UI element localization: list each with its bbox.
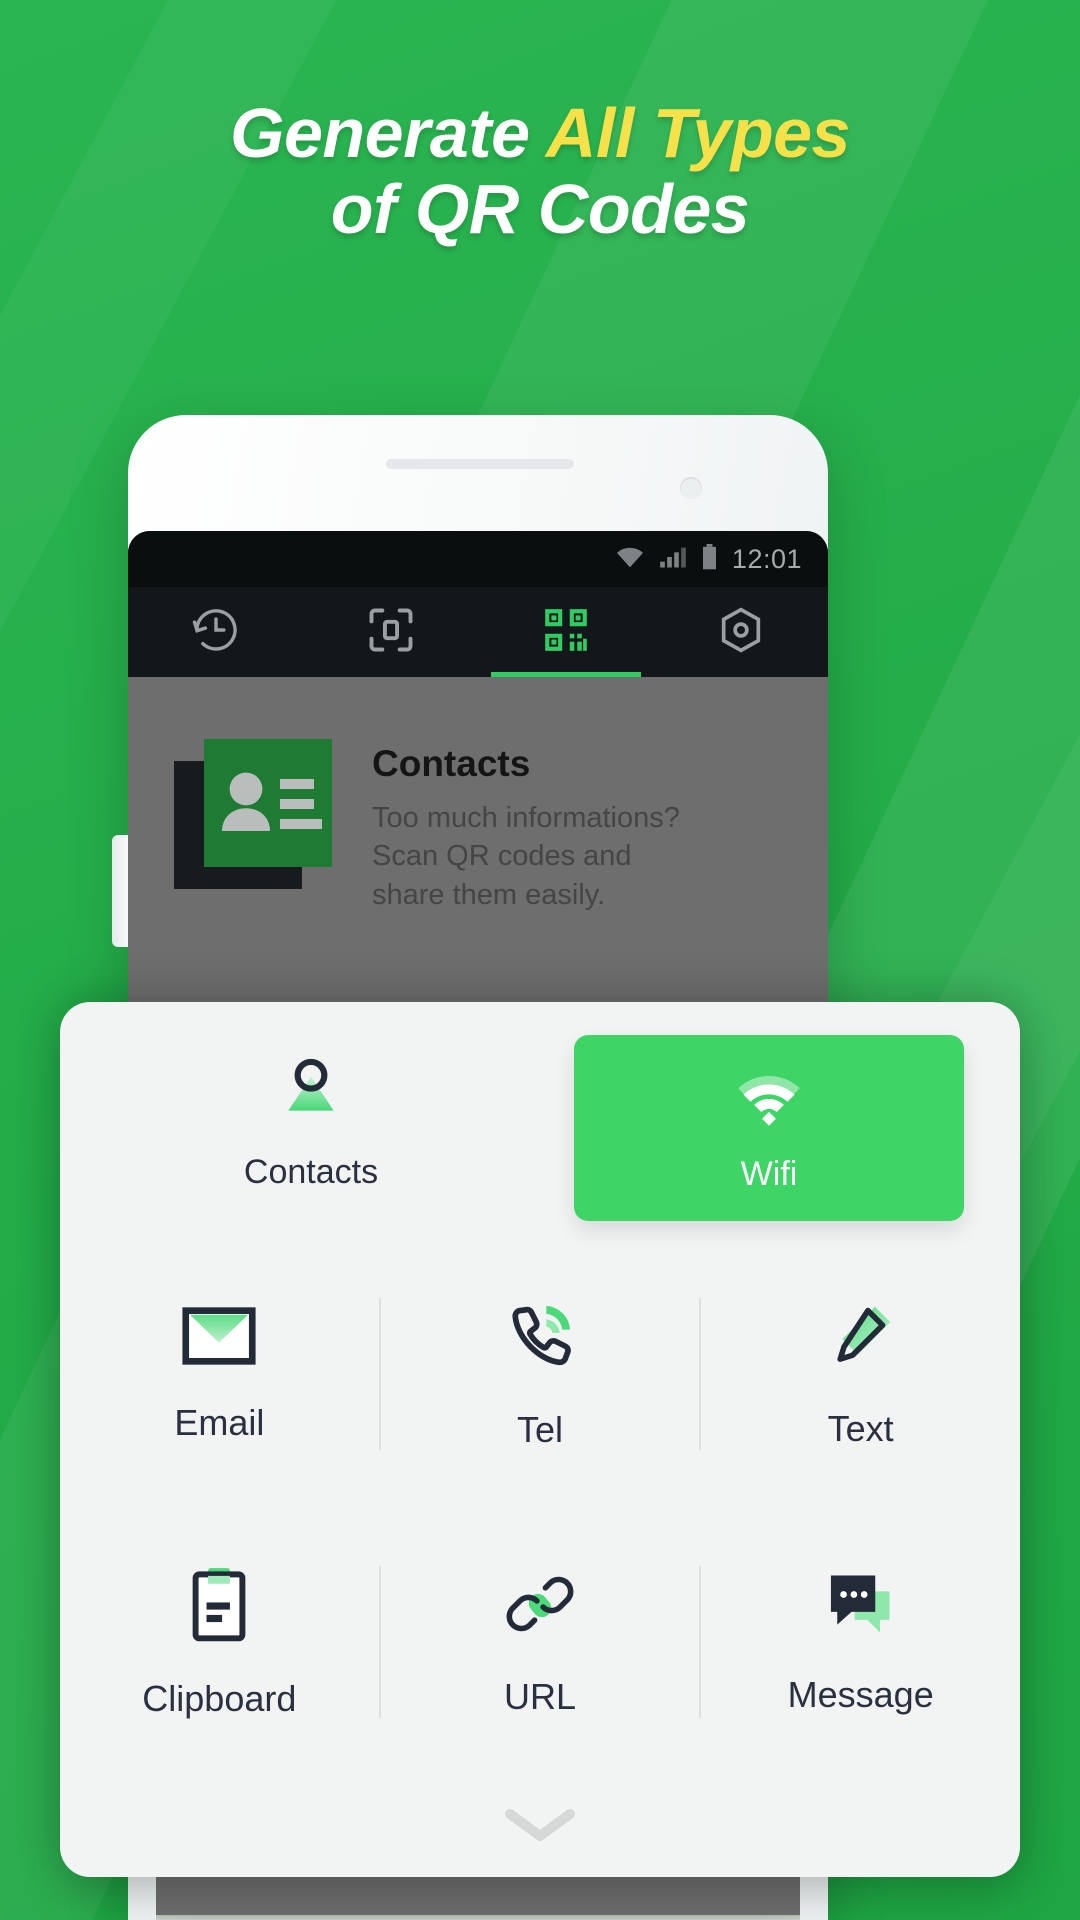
wifi-icon	[615, 545, 645, 574]
option-contacts-label: Contacts	[243, 1153, 379, 1191]
clipboard-icon	[184, 1565, 254, 1648]
qr-type-bottom-sheet: Contacts Wifi Email Tel Text Clipboard U…	[60, 1002, 1020, 1877]
history-clock-icon	[190, 604, 242, 661]
hexagon-gear-icon	[715, 604, 767, 661]
contact-card-icon	[174, 739, 332, 889]
status-bar: 12:01	[128, 531, 828, 587]
headline-line-1: Generate All Types	[0, 94, 1080, 172]
option-text[interactable]: Text	[701, 1240, 1020, 1508]
headline-text-accent: All Types	[545, 94, 851, 172]
headline-text-white: Generate	[230, 94, 546, 172]
option-email[interactable]: Email	[60, 1240, 379, 1508]
option-email-label: Email	[174, 1401, 265, 1443]
scan-frame-icon	[365, 604, 417, 661]
phone-bottom-bezel	[128, 1877, 828, 1920]
tab-settings[interactable]	[653, 587, 828, 677]
option-clipboard-label: Clipboard	[142, 1677, 297, 1719]
option-wifi-label: Wifi	[740, 1155, 798, 1193]
contacts-card-title: Contacts	[372, 743, 531, 784]
envelope-icon	[181, 1305, 257, 1372]
option-url-label: URL	[503, 1675, 577, 1717]
person-icon	[277, 1054, 345, 1127]
app-tab-bar	[128, 587, 828, 677]
option-contacts[interactable]: Contacts	[244, 1054, 378, 1202]
signal-icon	[659, 545, 687, 574]
phone-front-camera	[680, 477, 702, 499]
sheet-collapse-handle[interactable]	[60, 1804, 1020, 1849]
pencil-icon	[824, 1299, 898, 1378]
sheet-row-3: Clipboard URL Message	[60, 1508, 1020, 1776]
qr-code-icon	[541, 605, 591, 660]
link-icon	[503, 1567, 577, 1646]
tab-generate[interactable]	[478, 587, 653, 677]
tab-history[interactable]	[128, 587, 303, 677]
contacts-card-description: Too much informations? Scan QR codes and…	[372, 802, 680, 911]
phone-speaker-grille	[386, 459, 574, 469]
option-url[interactable]: URL	[381, 1508, 700, 1776]
page-title: Generate All Types of QR Codes	[0, 94, 1080, 248]
tab-scan[interactable]	[303, 587, 478, 677]
headline-line-2: of QR Codes	[330, 169, 750, 248]
option-tel-label: Tel	[516, 1408, 564, 1450]
chevron-down-icon	[502, 1804, 578, 1849]
option-message[interactable]: Message	[701, 1508, 1020, 1776]
sheet-top-row: Contacts Wifi	[60, 1002, 1020, 1240]
status-clock: 12:01	[731, 543, 802, 574]
battery-icon	[701, 543, 718, 575]
contacts-content-card[interactable]: Contacts Too much informations? Scan QR …	[128, 739, 828, 914]
option-text-label: Text	[827, 1407, 894, 1449]
phone-icon	[502, 1298, 578, 1379]
sheet-cell-contacts: Contacts	[82, 1016, 540, 1240]
option-clipboard[interactable]: Clipboard	[60, 1508, 379, 1776]
chat-bubble-icon	[823, 1569, 899, 1644]
option-tel[interactable]: Tel	[381, 1240, 700, 1508]
option-message-label: Message	[787, 1673, 934, 1715]
sheet-row-2: Email Tel Text	[60, 1240, 1020, 1508]
option-wifi[interactable]: Wifi	[574, 1035, 964, 1221]
sheet-cell-wifi: Wifi	[540, 1016, 998, 1240]
wifi-signal-icon	[726, 1062, 812, 1133]
